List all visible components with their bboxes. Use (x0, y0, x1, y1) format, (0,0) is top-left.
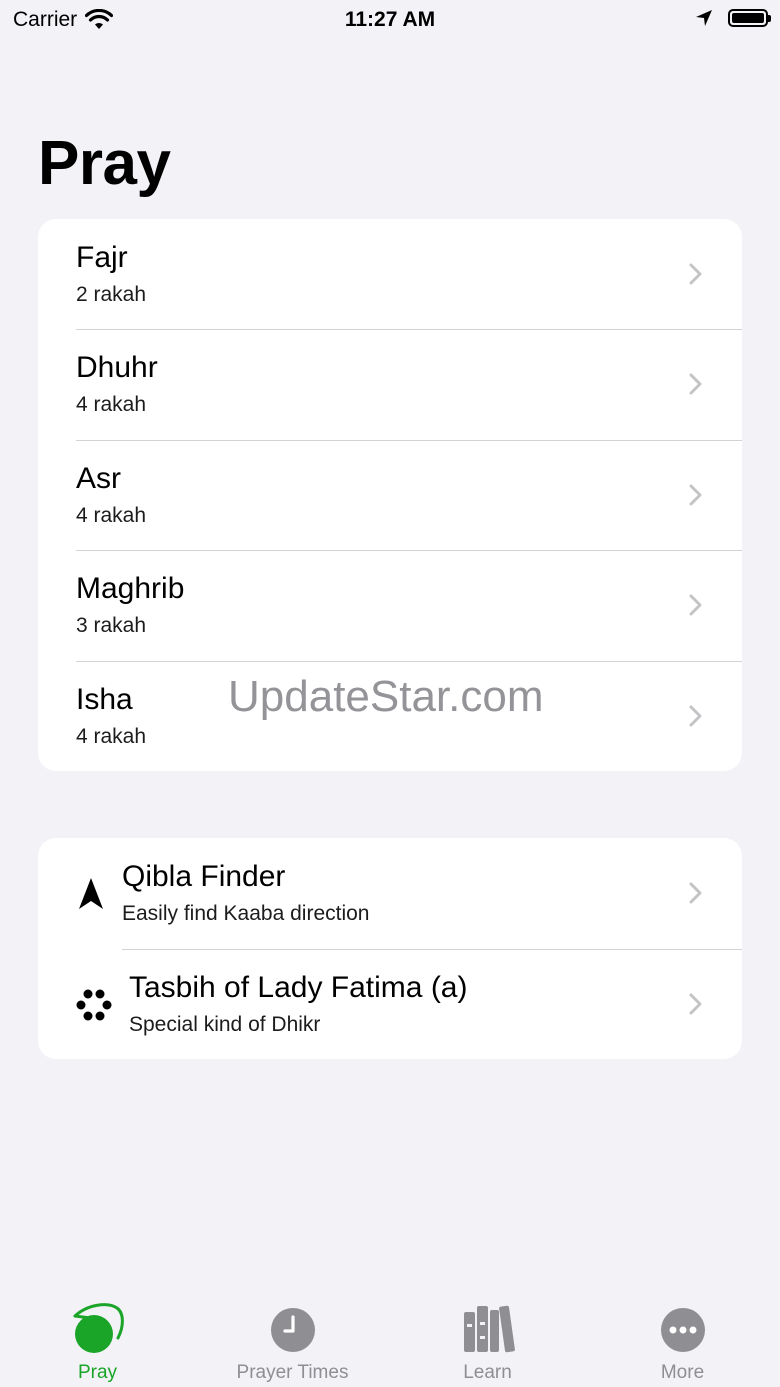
tab-label: Learn (463, 1362, 512, 1383)
prayer-name: Dhuhr (76, 351, 158, 385)
prayer-row-maghrib[interactable]: Maghrib 3 rakah (38, 550, 742, 660)
tab-label: Prayer Times (236, 1362, 349, 1383)
status-bar: Carrier 11:27 AM (0, 0, 780, 40)
prayer-row-asr[interactable]: Asr 4 rakah (38, 439, 742, 550)
beads-icon (76, 989, 112, 1020)
chevron-right-icon (689, 484, 702, 506)
tab-more[interactable]: More (585, 1296, 780, 1387)
ellipsis-icon (660, 1308, 705, 1352)
status-right (694, 8, 771, 28)
page-title: Pray (38, 129, 171, 198)
chevron-right-icon (689, 594, 702, 616)
prayer-rakah: 3 rakah (76, 614, 147, 638)
tab-prayer-times[interactable]: Prayer Times (195, 1296, 390, 1387)
qibla-finder-row[interactable]: Qibla Finder Easily find Kaaba direction (38, 838, 742, 949)
prayer-row-dhuhr[interactable]: Dhuhr 4 rakah (38, 329, 742, 439)
prayer-name: Maghrib (76, 572, 185, 606)
tab-bar: Pray Prayer Times Learn More (0, 1296, 780, 1387)
prayer-name: Isha (76, 682, 133, 716)
prayer-name: Fajr (76, 241, 128, 274)
tool-subtitle: Special kind of Dhikr (129, 1012, 321, 1036)
tools-list: Qibla Finder Easily find Kaaba direction… (38, 838, 742, 1059)
tab-label: Pray (77, 1362, 118, 1383)
prayer-row-fajr[interactable]: Fajr 2 rakah (38, 219, 742, 329)
tab-pray[interactable]: Pray (0, 1296, 195, 1387)
chevron-right-icon (689, 263, 702, 285)
location-services-icon (696, 10, 712, 26)
clock-icon (270, 1308, 315, 1352)
books-icon (463, 1305, 515, 1353)
location-arrow-icon (79, 878, 103, 909)
status-time: 11:27 AM (344, 8, 436, 31)
tool-subtitle: Easily find Kaaba direction (122, 902, 370, 925)
watermark-text: UpdateStar.com (228, 672, 544, 721)
chevron-right-icon (689, 705, 702, 727)
prayer-rakah: 4 rakah (76, 393, 147, 417)
tab-label: More (660, 1362, 705, 1383)
chevron-right-icon (689, 993, 702, 1014)
pray-icon (73, 1303, 124, 1353)
prayer-rakah: 4 rakah (76, 724, 147, 748)
tool-title: Qibla Finder (122, 860, 286, 893)
chevron-right-icon (689, 882, 702, 904)
prayer-name: Asr (76, 461, 121, 495)
prayer-rakah: 2 rakah (76, 283, 147, 306)
tool-title: Tasbih of Lady Fatima (a) (129, 970, 468, 1004)
chevron-right-icon (689, 373, 702, 395)
tasbih-row[interactable]: Tasbih of Lady Fatima (a) Special kind o… (38, 948, 742, 1060)
prayer-rakah: 4 rakah (76, 503, 147, 527)
battery-icon (728, 9, 771, 27)
tab-learn[interactable]: Learn (390, 1296, 585, 1387)
